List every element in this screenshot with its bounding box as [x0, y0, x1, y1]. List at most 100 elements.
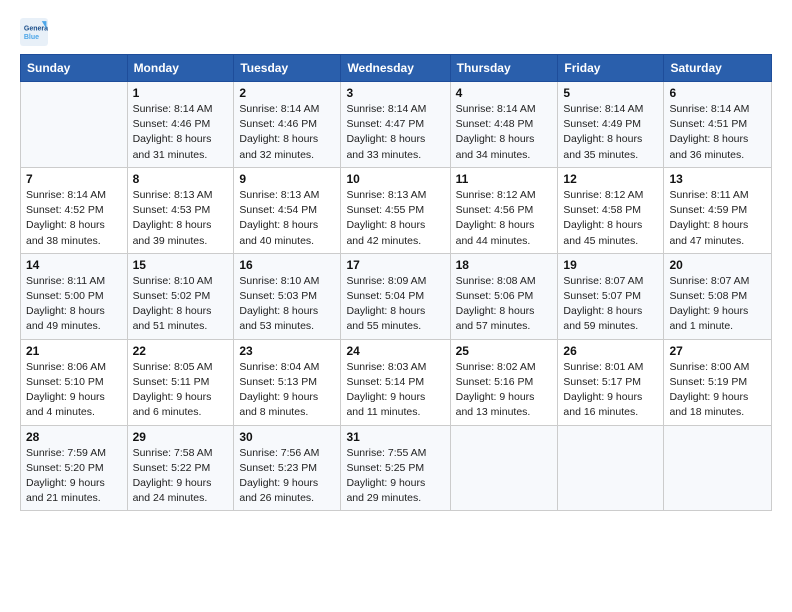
svg-text:Blue: Blue	[24, 34, 39, 41]
day-cell: 19Sunrise: 8:07 AMSunset: 5:07 PMDayligh…	[558, 253, 664, 339]
day-detail: Sunrise: 8:06 AMSunset: 5:10 PMDaylight:…	[26, 360, 122, 421]
header-cell-friday: Friday	[558, 55, 664, 82]
day-cell: 17Sunrise: 8:09 AMSunset: 5:04 PMDayligh…	[341, 253, 450, 339]
day-cell: 9 Sunrise: 8:13 AMSunset: 4:54 PMDaylight…	[234, 167, 341, 253]
calendar-header: SundayMondayTuesdayWednesdayThursdayFrid…	[21, 55, 772, 82]
header-cell-sunday: Sunday	[21, 55, 128, 82]
day-cell: 10Sunrise: 8:13 AMSunset: 4:55 PMDayligh…	[341, 167, 450, 253]
day-number: 29	[133, 430, 229, 444]
week-row-5: 28 Sunrise: 7:59 AMSunset: 5:20 PMDayligh…	[21, 425, 772, 511]
day-number: 22	[133, 344, 229, 358]
day-number: 16	[239, 258, 335, 272]
header-cell-wednesday: Wednesday	[341, 55, 450, 82]
day-number: 9	[239, 172, 335, 186]
day-number: 30	[239, 430, 335, 444]
day-cell: 3 Sunrise: 8:14 AMSunset: 4:47 PMDaylight…	[341, 82, 450, 168]
day-number: 27	[669, 344, 766, 358]
day-detail: Sunrise: 8:03 AMSunset: 5:14 PMDaylight:…	[346, 360, 444, 421]
day-detail: Sunrise: 8:10 AMSunset: 5:02 PMDaylight:…	[133, 274, 229, 335]
day-detail: Sunrise: 7:59 AMSunset: 5:20 PMDaylight:…	[26, 446, 122, 507]
header-cell-tuesday: Tuesday	[234, 55, 341, 82]
day-number: 17	[346, 258, 444, 272]
day-detail: Sunrise: 8:14 AMSunset: 4:46 PMDaylight:…	[133, 102, 229, 163]
logo-icon: General Blue	[20, 18, 48, 46]
day-number: 24	[346, 344, 444, 358]
day-detail: Sunrise: 8:04 AMSunset: 5:13 PMDaylight:…	[239, 360, 335, 421]
day-cell: 24 Sunrise: 8:03 AMSunset: 5:14 PMDayligh…	[341, 339, 450, 425]
day-cell: 18 Sunrise: 8:08 AMSunset: 5:06 PMDayligh…	[450, 253, 558, 339]
day-number: 26	[563, 344, 658, 358]
day-cell: 29 Sunrise: 7:58 AMSunset: 5:22 PMDayligh…	[127, 425, 234, 511]
day-number: 1	[133, 86, 229, 100]
day-cell: 30 Sunrise: 7:56 AMSunset: 5:23 PMDayligh…	[234, 425, 341, 511]
day-number: 8	[133, 172, 229, 186]
day-number: 12	[563, 172, 658, 186]
day-number: 13	[669, 172, 766, 186]
day-detail: Sunrise: 8:01 AMSunset: 5:17 PMDaylight:…	[563, 360, 658, 421]
day-number: 11	[456, 172, 553, 186]
day-cell: 28 Sunrise: 7:59 AMSunset: 5:20 PMDayligh…	[21, 425, 128, 511]
day-cell: 27 Sunrise: 8:00 AMSunset: 5:19 PMDayligh…	[664, 339, 772, 425]
day-cell	[558, 425, 664, 511]
week-row-2: 7 Sunrise: 8:14 AMSunset: 4:52 PMDaylight…	[21, 167, 772, 253]
header-cell-thursday: Thursday	[450, 55, 558, 82]
day-number: 23	[239, 344, 335, 358]
day-detail: Sunrise: 8:14 AMSunset: 4:51 PMDaylight:…	[669, 102, 766, 163]
week-row-3: 14 Sunrise: 8:11 AMSunset: 5:00 PMDayligh…	[21, 253, 772, 339]
day-detail: Sunrise: 8:14 AMSunset: 4:49 PMDaylight:…	[563, 102, 658, 163]
day-cell: 21 Sunrise: 8:06 AMSunset: 5:10 PMDayligh…	[21, 339, 128, 425]
day-number: 6	[669, 86, 766, 100]
day-detail: Sunrise: 7:55 AMSunset: 5:25 PMDaylight:…	[346, 446, 444, 507]
day-cell: 16 Sunrise: 8:10 AMSunset: 5:03 PMDayligh…	[234, 253, 341, 339]
day-detail: Sunrise: 8:08 AMSunset: 5:06 PMDaylight:…	[456, 274, 553, 335]
day-cell: 5 Sunrise: 8:14 AMSunset: 4:49 PMDaylight…	[558, 82, 664, 168]
day-number: 21	[26, 344, 122, 358]
day-cell	[450, 425, 558, 511]
day-detail: Sunrise: 8:13 AMSunset: 4:53 PMDaylight:…	[133, 188, 229, 249]
day-detail: Sunrise: 8:11 AMSunset: 5:00 PMDaylight:…	[26, 274, 122, 335]
day-cell: 11 Sunrise: 8:12 AMSunset: 4:56 PMDayligh…	[450, 167, 558, 253]
day-cell	[21, 82, 128, 168]
header-cell-monday: Monday	[127, 55, 234, 82]
day-number: 3	[346, 86, 444, 100]
day-detail: Sunrise: 8:14 AMSunset: 4:47 PMDaylight:…	[346, 102, 444, 163]
day-number: 5	[563, 86, 658, 100]
calendar-body: 1 Sunrise: 8:14 AMSunset: 4:46 PMDaylight…	[21, 82, 772, 511]
day-detail: Sunrise: 7:56 AMSunset: 5:23 PMDaylight:…	[239, 446, 335, 507]
day-number: 18	[456, 258, 553, 272]
day-cell: 31Sunrise: 7:55 AMSunset: 5:25 PMDayligh…	[341, 425, 450, 511]
day-cell: 22 Sunrise: 8:05 AMSunset: 5:11 PMDayligh…	[127, 339, 234, 425]
day-number: 15	[133, 258, 229, 272]
day-detail: Sunrise: 8:14 AMSunset: 4:48 PMDaylight:…	[456, 102, 553, 163]
day-cell: 25 Sunrise: 8:02 AMSunset: 5:16 PMDayligh…	[450, 339, 558, 425]
day-detail: Sunrise: 8:14 AMSunset: 4:46 PMDaylight:…	[239, 102, 335, 163]
day-detail: Sunrise: 8:11 AMSunset: 4:59 PMDaylight:…	[669, 188, 766, 249]
day-number: 20	[669, 258, 766, 272]
day-number: 25	[456, 344, 553, 358]
day-detail: Sunrise: 8:00 AMSunset: 5:19 PMDaylight:…	[669, 360, 766, 421]
day-detail: Sunrise: 7:58 AMSunset: 5:22 PMDaylight:…	[133, 446, 229, 507]
day-number: 7	[26, 172, 122, 186]
day-cell: 7 Sunrise: 8:14 AMSunset: 4:52 PMDaylight…	[21, 167, 128, 253]
day-detail: Sunrise: 8:05 AMSunset: 5:11 PMDaylight:…	[133, 360, 229, 421]
day-cell: 23 Sunrise: 8:04 AMSunset: 5:13 PMDayligh…	[234, 339, 341, 425]
day-number: 28	[26, 430, 122, 444]
day-cell: 6 Sunrise: 8:14 AMSunset: 4:51 PMDaylight…	[664, 82, 772, 168]
header: General Blue	[20, 18, 772, 46]
day-cell: 1 Sunrise: 8:14 AMSunset: 4:46 PMDaylight…	[127, 82, 234, 168]
day-detail: Sunrise: 8:10 AMSunset: 5:03 PMDaylight:…	[239, 274, 335, 335]
day-number: 10	[346, 172, 444, 186]
day-detail: Sunrise: 8:14 AMSunset: 4:52 PMDaylight:…	[26, 188, 122, 249]
day-number: 14	[26, 258, 122, 272]
day-detail: Sunrise: 8:12 AMSunset: 4:56 PMDaylight:…	[456, 188, 553, 249]
header-cell-saturday: Saturday	[664, 55, 772, 82]
page: General Blue SundayMondayTuesdayWednesda…	[0, 0, 792, 612]
day-cell: 15 Sunrise: 8:10 AMSunset: 5:02 PMDayligh…	[127, 253, 234, 339]
day-detail: Sunrise: 8:13 AMSunset: 4:54 PMDaylight:…	[239, 188, 335, 249]
day-cell: 20Sunrise: 8:07 AMSunset: 5:08 PMDayligh…	[664, 253, 772, 339]
calendar-table: SundayMondayTuesdayWednesdayThursdayFrid…	[20, 54, 772, 511]
day-cell: 2Sunrise: 8:14 AMSunset: 4:46 PMDaylight…	[234, 82, 341, 168]
day-detail: Sunrise: 8:02 AMSunset: 5:16 PMDaylight:…	[456, 360, 553, 421]
svg-text:General: General	[24, 25, 48, 32]
day-cell: 4Sunrise: 8:14 AMSunset: 4:48 PMDaylight…	[450, 82, 558, 168]
